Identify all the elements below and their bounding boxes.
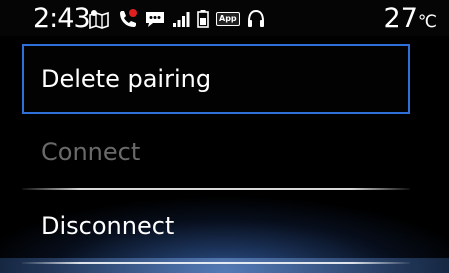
outside-temperature: 27℃ (384, 2, 437, 39)
clock-time: 2:43 (33, 3, 91, 34)
status-icons: App (88, 6, 272, 32)
bottom-glow-band (0, 258, 449, 273)
navigation-map-icon (88, 9, 110, 29)
signal-strength-icon (172, 10, 190, 28)
device-options-menu: Delete pairing Connect Disconnect (0, 36, 449, 273)
temperature-value: 27 (383, 3, 418, 34)
disconnect-button[interactable]: Disconnect (22, 198, 410, 254)
connect-label: Connect (41, 138, 141, 166)
delete-pairing-label: Delete pairing (41, 65, 212, 93)
connect-button[interactable]: Connect (22, 124, 410, 180)
menu-divider (22, 188, 410, 190)
status-bar: 2:43 App 27℃ (0, 0, 449, 36)
battery-icon (196, 9, 210, 29)
message-icon (144, 9, 166, 29)
delete-pairing-button[interactable]: Delete pairing (22, 44, 410, 114)
disconnect-label: Disconnect (41, 212, 175, 240)
menu-divider (22, 262, 410, 264)
app-icon: App (216, 12, 240, 26)
temperature-unit: ℃ (417, 12, 437, 32)
headphones-icon (246, 9, 266, 29)
phone-missed-call-icon (116, 8, 138, 30)
bluetooth-device-menu-screen: 2:43 App 27℃ Delete pairing Connect Disc… (0, 0, 449, 273)
